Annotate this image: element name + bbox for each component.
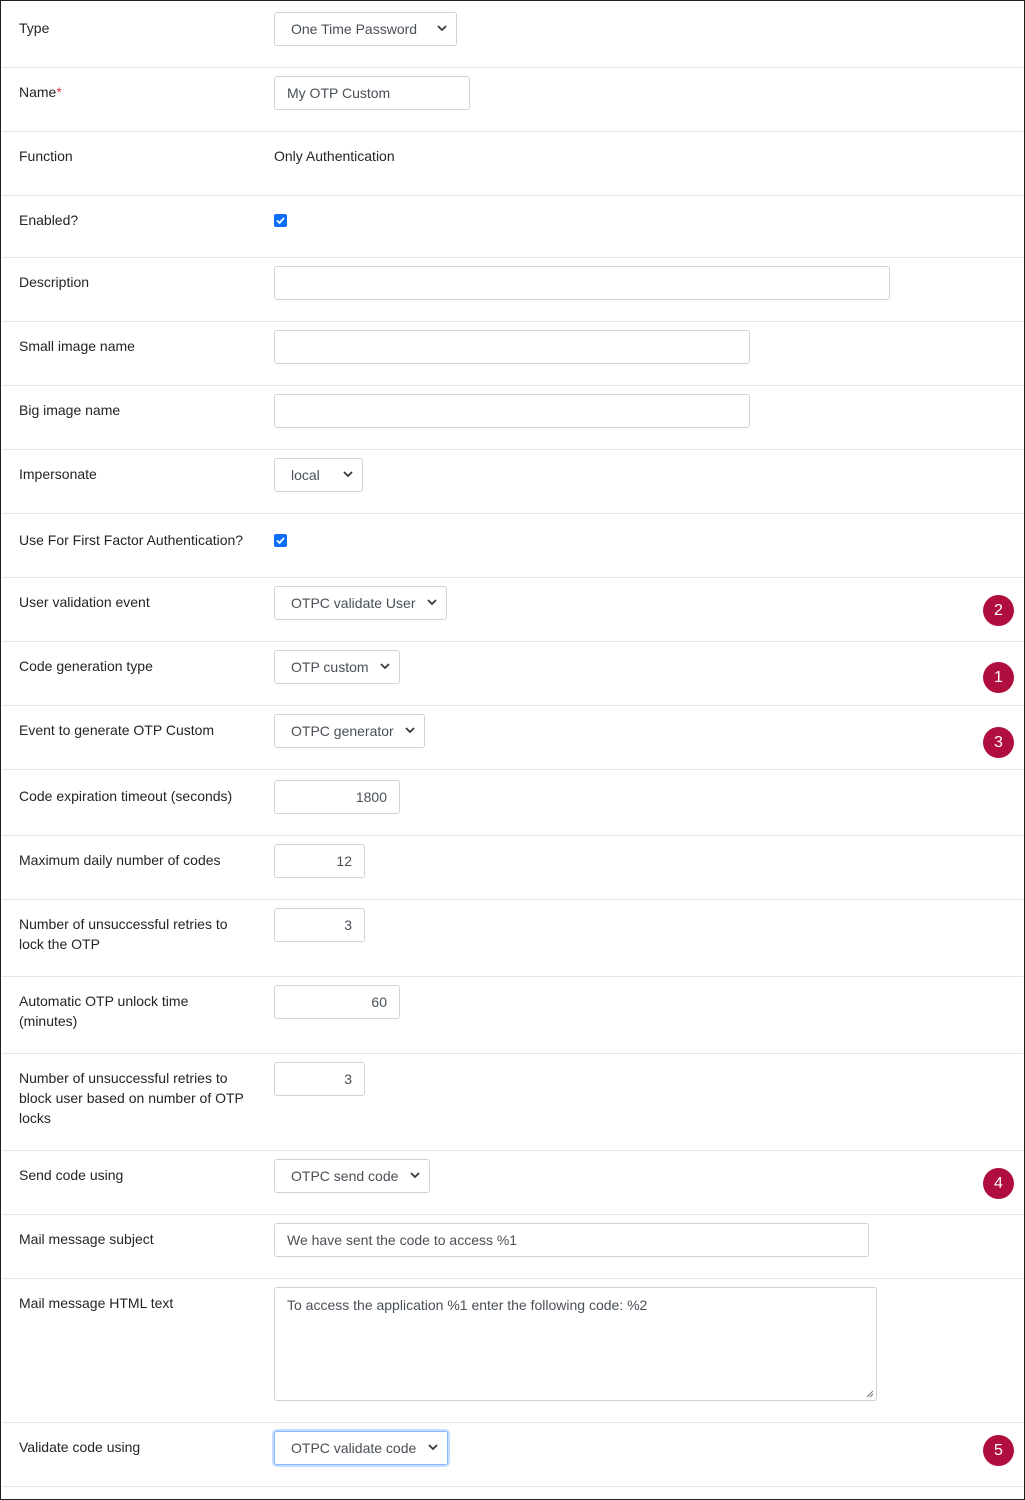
code-generation-type-label: Code generation type xyxy=(19,658,153,674)
enabled-label: Enabled? xyxy=(19,212,79,228)
mail-subject-input[interactable]: We have sent the code to access %1 xyxy=(274,1223,869,1257)
row-retries-lock: Number of unsuccessful retries to lock t… xyxy=(2,900,1023,977)
name-label: Name* xyxy=(19,84,62,100)
unlock-time-input[interactable]: 60 xyxy=(274,985,400,1019)
row-user-validation-event: User validation event OTPC validate User… xyxy=(2,578,1023,642)
callout-badge-2: 2 xyxy=(983,595,1014,626)
chevron-down-icon xyxy=(343,471,353,478)
small-image-input[interactable] xyxy=(274,330,750,364)
resize-grip-icon[interactable] xyxy=(865,1389,874,1398)
big-image-input[interactable] xyxy=(274,394,750,428)
validate-code-select[interactable]: OTPC validate code xyxy=(274,1431,448,1465)
validate-code-label: Validate code using xyxy=(19,1439,141,1455)
event-generate-value: OTPC generator xyxy=(291,723,394,739)
event-generate-select[interactable]: OTPC generator xyxy=(274,714,425,748)
impersonate-label: Impersonate xyxy=(19,466,97,482)
code-expiration-input[interactable]: 1800 xyxy=(274,780,400,814)
retries-lock-label: Number of unsuccessful retries to lock t… xyxy=(19,916,228,952)
chevron-down-icon xyxy=(405,727,415,734)
row-mail-html: Mail message HTML text To access the app… xyxy=(2,1279,1023,1423)
type-value: One Time Password xyxy=(291,21,418,37)
function-label: Function xyxy=(19,148,73,164)
event-generate-label: Event to generate OTP Custom xyxy=(19,722,215,738)
send-code-label: Send code using xyxy=(19,1167,124,1183)
user-validation-event-label: User validation event xyxy=(19,594,150,610)
row-name: Name* My OTP Custom xyxy=(2,68,1023,132)
row-description: Description xyxy=(2,258,1023,322)
chevron-down-icon xyxy=(380,663,390,670)
checkmark-icon xyxy=(276,537,285,545)
send-code-value: OTPC send code xyxy=(291,1168,399,1184)
send-code-select[interactable]: OTPC send code xyxy=(274,1159,430,1193)
mail-html-label: Mail message HTML text xyxy=(19,1295,174,1311)
row-max-daily-codes: Maximum daily number of codes 12 xyxy=(2,836,1023,900)
chevron-down-icon xyxy=(427,599,437,606)
row-event-generate: Event to generate OTP Custom OTPC genera… xyxy=(2,706,1023,770)
name-input[interactable]: My OTP Custom xyxy=(274,76,470,110)
row-type: Type One Time Password xyxy=(2,1,1023,68)
retries-block-label: Number of unsuccessful retries to block … xyxy=(19,1070,244,1126)
callout-badge-4: 4 xyxy=(983,1168,1014,1199)
row-enabled: Enabled? xyxy=(2,196,1023,258)
function-value: Only Authentication xyxy=(274,148,395,164)
impersonate-value: local xyxy=(291,467,320,483)
small-image-label: Small image name xyxy=(19,338,135,354)
retries-block-input[interactable]: 3 xyxy=(274,1062,365,1096)
row-retries-block: Number of unsuccessful retries to block … xyxy=(2,1054,1023,1151)
max-daily-codes-label: Maximum daily number of codes xyxy=(19,852,221,868)
callout-badge-1: 1 xyxy=(983,662,1014,693)
code-generation-type-value: OTP custom xyxy=(291,659,369,675)
chevron-down-icon xyxy=(437,25,447,32)
row-code-expiration: Code expiration timeout (seconds) 1800 xyxy=(2,770,1023,836)
retries-lock-input[interactable]: 3 xyxy=(274,908,365,942)
row-mail-subject: Mail message subject We have sent the co… xyxy=(2,1215,1023,1279)
unlock-time-label: Automatic OTP unlock time (minutes) xyxy=(19,993,189,1029)
chevron-down-icon xyxy=(428,1444,438,1451)
mail-subject-label: Mail message subject xyxy=(19,1231,154,1247)
otp-form: Type One Time Password Name* My OTP Cust… xyxy=(0,0,1025,1500)
mail-html-textarea[interactable]: To access the application %1 enter the f… xyxy=(274,1287,877,1401)
row-send-code: Send code using OTPC send code 4 xyxy=(2,1151,1023,1215)
code-generation-type-select[interactable]: OTP custom xyxy=(274,650,400,684)
row-small-image: Small image name xyxy=(2,322,1023,386)
first-factor-checkbox[interactable] xyxy=(274,534,287,547)
description-label: Description xyxy=(19,274,90,290)
code-expiration-label: Code expiration timeout (seconds) xyxy=(19,788,233,804)
enabled-checkbox[interactable] xyxy=(274,214,287,227)
chevron-down-icon xyxy=(410,1172,420,1179)
type-label: Type xyxy=(19,20,50,36)
row-function: Function Only Authentication xyxy=(2,132,1023,196)
description-input[interactable] xyxy=(274,266,890,300)
user-validation-event-select[interactable]: OTPC validate User xyxy=(274,586,447,620)
mail-html-value: To access the application %1 enter the f… xyxy=(287,1297,648,1313)
impersonate-select[interactable]: local xyxy=(274,458,363,492)
row-validate-code: Validate code using OTPC validate code 5 xyxy=(2,1423,1023,1487)
big-image-label: Big image name xyxy=(19,402,121,418)
required-mark: * xyxy=(56,84,62,100)
validate-code-value: OTPC validate code xyxy=(291,1440,417,1456)
first-factor-label: Use For First Factor Authentication? xyxy=(19,532,244,548)
row-big-image: Big image name xyxy=(2,386,1023,450)
callout-badge-5: 5 xyxy=(983,1435,1014,1466)
callout-badge-3: 3 xyxy=(983,727,1014,758)
user-validation-event-value: OTPC validate User xyxy=(291,595,416,611)
checkmark-icon xyxy=(276,217,285,225)
max-daily-codes-input[interactable]: 12 xyxy=(274,844,365,878)
type-select[interactable]: One Time Password xyxy=(274,12,457,46)
row-code-generation-type: Code generation type OTP custom 1 xyxy=(2,642,1023,706)
row-impersonate: Impersonate local xyxy=(2,450,1023,514)
row-unlock-time: Automatic OTP unlock time (minutes) 60 xyxy=(2,977,1023,1054)
row-first-factor: Use For First Factor Authentication? xyxy=(2,514,1023,578)
